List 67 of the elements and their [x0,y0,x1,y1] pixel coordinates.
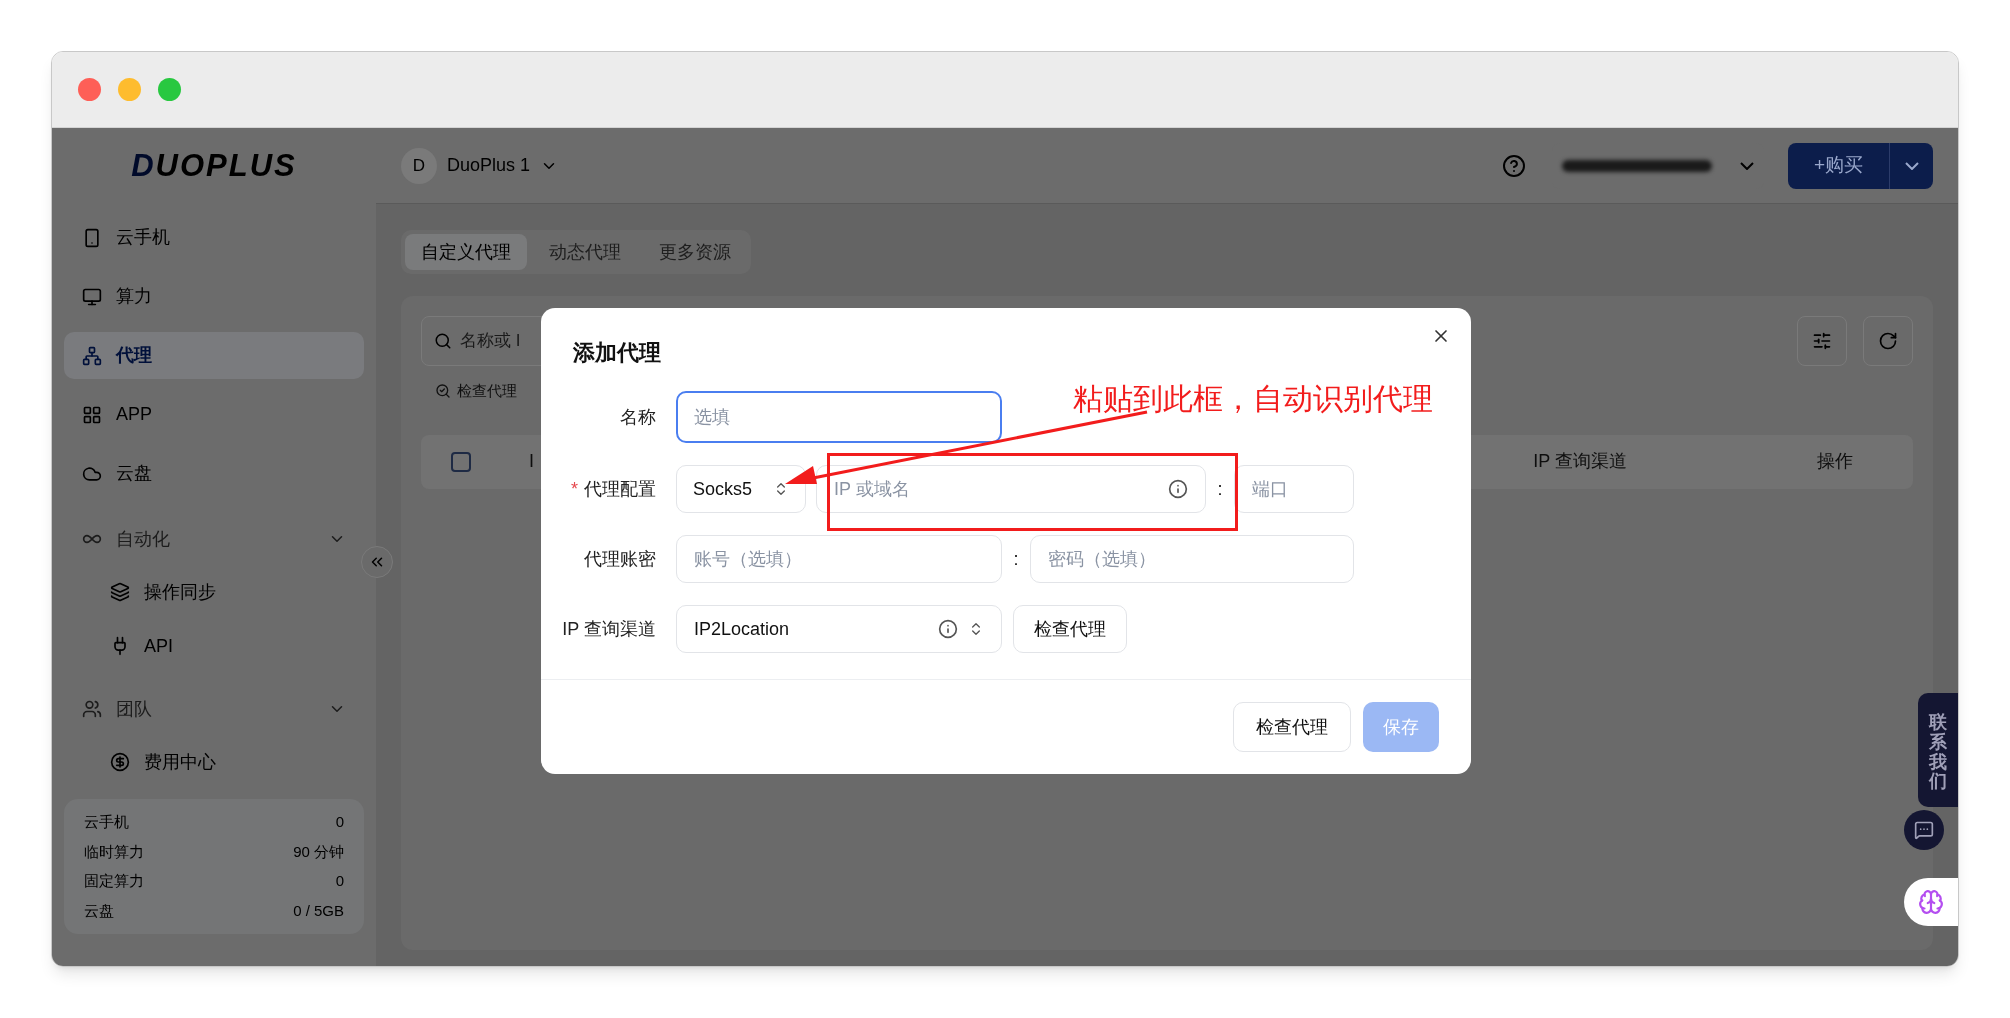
tab[interactable]: 更多资源 [643,234,747,270]
stat-label: 云盘 [84,900,114,921]
check-proxy-button[interactable]: 检查代理 [1013,605,1127,653]
workspace-avatar: D [401,147,437,184]
contact-tab[interactable]: 联系我们 [1918,693,1958,807]
workspace-name[interactable]: DuoPlus 1 [447,152,531,179]
separator: : [1216,477,1224,501]
tab[interactable]: 动态代理 [533,234,637,270]
password-field[interactable]: 密码（选填） [1030,535,1354,583]
filter-button[interactable] [1797,316,1847,366]
layers-icon [110,582,130,602]
check-proxy-link[interactable]: 检查代理 [435,380,517,403]
close-window-button[interactable] [78,78,101,101]
column-header: 操作 [1817,450,1853,473]
chevron-icon [1904,161,1919,170]
sidebar-group[interactable]: 团队 [64,689,364,729]
refresh-icon [1878,331,1898,351]
field-label: IP 查询渠道 [562,617,656,641]
grid-icon [82,404,102,425]
sidebar-item[interactable]: API [64,625,364,667]
network-icon [82,345,102,366]
monitor-icon [82,286,102,307]
search-icon [434,332,452,350]
check-proxy-button[interactable]: 检查代理 [1233,702,1351,752]
separator: : [1012,547,1020,571]
column-header: I [529,450,534,473]
sliders-icon [1812,331,1832,351]
column-header: IP 查询渠道 [1533,450,1627,473]
sidebar-item[interactable]: 代理 [64,332,364,379]
host-field[interactable]: IP 或域名 [816,465,1206,513]
stat-value: 0 [335,871,344,891]
info-icon [1168,479,1188,499]
sidebar-item[interactable]: 操作同步 [64,571,364,613]
account-field[interactable]: 账号（选填） [676,535,1002,583]
sidebar-item[interactable]: 算力 [64,273,364,320]
brain-icon [1918,889,1944,915]
tab[interactable]: 自定义代理 [405,234,527,270]
stat-value: 90 分钟 [293,841,344,862]
dollar-icon [110,752,130,772]
search-check-icon [435,383,451,400]
stat-value: 0 [335,812,344,832]
logo: DUOPLUS [131,146,297,185]
sidebar-item[interactable]: 云盘 [64,450,364,497]
assistant-button[interactable] [1904,878,1958,926]
name-field[interactable]: 选填 [676,391,1002,443]
refresh-button[interactable] [1863,316,1913,366]
field-label: 名称 [620,405,656,429]
required-mark: * [571,477,578,501]
sidebar-item[interactable]: APP [64,391,364,438]
sidebar-item[interactable]: 费用中心 [64,741,364,783]
ip-channel-select[interactable]: IP2Location [676,605,1002,653]
chevron-icon [1739,161,1754,170]
users-icon [82,699,102,719]
stat-label: 云手机 [84,812,129,832]
stat-value: 0 / 5GB [293,900,344,921]
field-label: 代理配置 [584,477,656,501]
sidebar-item[interactable]: 云手机 [64,214,364,261]
annotation-text: 粘贴到此框，自动识别代理 [1073,381,1433,417]
sidebar-group[interactable]: 自动化 [64,519,364,559]
port-field[interactable]: 端口 [1234,465,1354,513]
field-label: 代理账密 [584,547,656,571]
stat-label: 固定算力 [84,871,144,891]
stat-label: 临时算力 [84,841,144,862]
help-icon[interactable] [1501,153,1526,178]
phone-icon [82,227,102,248]
info-icon [938,619,958,639]
select-all-checkbox[interactable] [451,451,471,472]
